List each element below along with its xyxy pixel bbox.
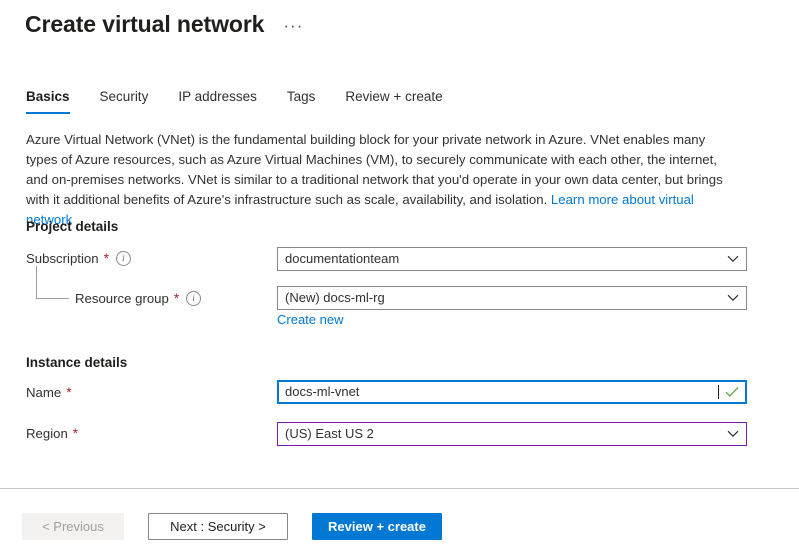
required-marker: * (73, 429, 78, 439)
name-input-value: docs-ml-vnet (285, 381, 718, 403)
tab-basics[interactable]: Basics (26, 88, 85, 114)
required-marker: * (66, 388, 71, 398)
project-details-heading: Project details (26, 219, 118, 234)
subscription-label: Subscription * i (26, 251, 131, 266)
more-options-icon[interactable]: ··· (280, 16, 306, 40)
wizard-footer: < Previous Next : Security > Review + cr… (22, 513, 442, 540)
name-label: Name * (26, 385, 71, 400)
review-create-button[interactable]: Review + create (312, 513, 442, 540)
wizard-tabs: Basics Security IP addresses Tags Review… (26, 88, 458, 114)
tab-tags[interactable]: Tags (272, 88, 331, 114)
chevron-down-icon (720, 294, 746, 302)
page-title: Create virtual network (25, 9, 264, 39)
info-icon[interactable]: i (186, 291, 201, 306)
subscription-value: documentationteam (285, 248, 720, 270)
previous-button[interactable]: < Previous (22, 513, 124, 540)
subscription-dropdown[interactable]: documentationteam (277, 247, 747, 271)
next-security-button[interactable]: Next : Security > (148, 513, 288, 540)
resource-group-tree-connector (36, 266, 69, 299)
create-new-resource-group-link[interactable]: Create new (277, 312, 343, 327)
resource-group-label-text: Resource group (75, 291, 169, 306)
chevron-down-icon (720, 430, 746, 438)
region-label-text: Region (26, 426, 68, 441)
chevron-down-icon (720, 255, 746, 263)
resource-group-label: Resource group * i (75, 291, 201, 306)
region-value: (US) East US 2 (285, 423, 720, 445)
tab-security[interactable]: Security (85, 88, 164, 114)
info-icon[interactable]: i (116, 251, 131, 266)
resource-group-value: (New) docs-ml-rg (285, 287, 720, 309)
resource-group-dropdown[interactable]: (New) docs-ml-rg (277, 286, 747, 310)
region-dropdown[interactable]: (US) East US 2 (277, 422, 747, 446)
tab-review-create[interactable]: Review + create (330, 88, 457, 114)
footer-divider (0, 488, 799, 489)
name-input[interactable]: docs-ml-vnet (277, 380, 747, 404)
instance-details-heading: Instance details (26, 355, 127, 370)
subscription-label-text: Subscription (26, 251, 99, 266)
required-marker: * (174, 294, 179, 304)
required-marker: * (104, 254, 109, 264)
page-header: Create virtual network ··· (25, 8, 306, 40)
validation-check-icon (719, 386, 745, 398)
tab-ip-addresses[interactable]: IP addresses (163, 88, 272, 114)
name-label-text: Name (26, 385, 61, 400)
page-description: Azure Virtual Network (VNet) is the fund… (26, 130, 740, 230)
region-label: Region * (26, 426, 78, 441)
